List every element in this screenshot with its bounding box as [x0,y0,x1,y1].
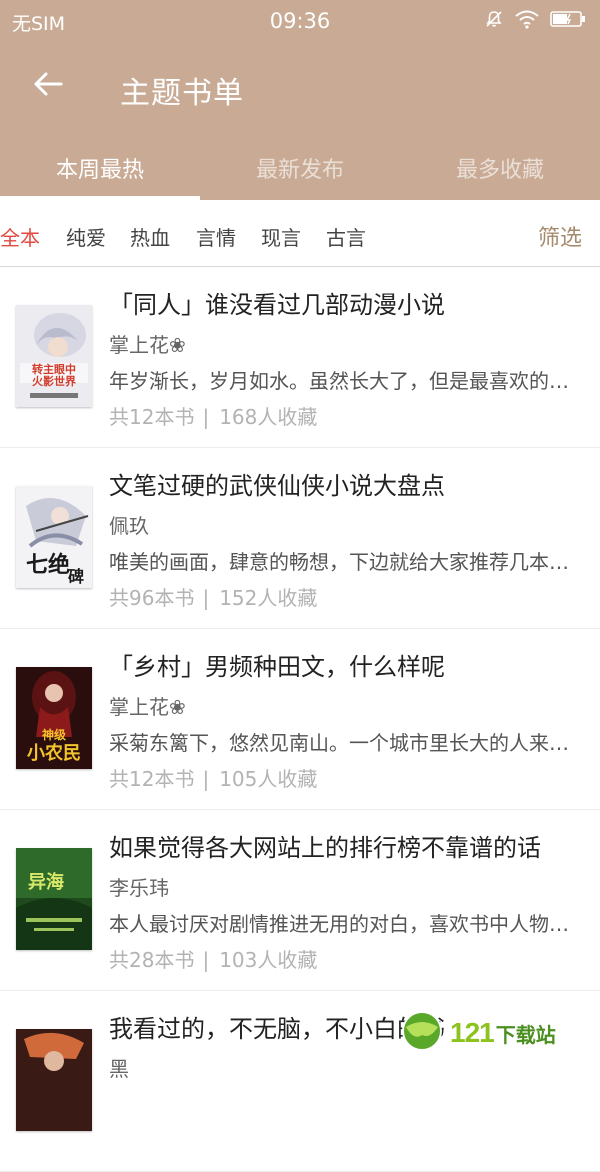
booklist-description: 年岁渐长，岁月如水。虽然长大了，但是最喜欢的还是动漫 [109,369,579,393]
filter-button[interactable]: 筛选 [538,220,582,252]
booklist-stats: 共96本书 | 152人收藏 [109,586,318,610]
title-bar: 主题书单 [0,52,600,126]
favorite-count: 168人收藏 [219,405,318,429]
app-header: 无SIM 09:36 主题书单 本周最热 最新发布 最多收藏 [0,0,600,200]
tab-bar: 本周最热 最新发布 最多收藏 [0,142,600,200]
filter-hot-blood[interactable]: 热血 [130,222,170,251]
booklist-title: 「同人」谁没看过几部动漫小说 [109,291,445,319]
book-count: 共96本书 [109,586,195,610]
back-button[interactable] [26,64,70,108]
book-cover: 转主眼中 火影世界 [16,305,92,407]
category-filter-bar: 全本 纯爱 热血 言情 现言 古言 筛选 [0,200,600,267]
booklist-author: 掌上花❀ [109,333,186,357]
mute-icon [484,9,504,34]
booklist-description: 唯美的画面，肆意的畅想，下边就给大家推荐几本好书 [109,550,579,574]
booklist-description: 本人最讨厌对剧情推进无用的对白，喜欢书中人物的成长 [109,912,579,936]
filter-ancient-romance[interactable]: 古言 [326,222,366,251]
tab-weekly-hot[interactable]: 本周最热 [0,152,200,184]
filter-modern-romance[interactable]: 现言 [261,222,301,251]
booklist-stats: 共28本书 | 103人收藏 [109,948,318,972]
book-count: 共12本书 [109,405,195,429]
tab-newest[interactable]: 最新发布 [200,152,400,184]
filter-complete[interactable]: 全本 [0,222,40,251]
book-cover: 神级 小农民 [16,667,92,769]
svg-text:碑: 碑 [68,567,84,586]
booklist-description: 采菊东篱下，悠然见南山。一个城市里长大的人来到乡村 [109,731,579,755]
favorite-count: 105人收藏 [219,767,318,791]
booklist-title: 文笔过硬的武侠仙侠小说大盘点 [109,472,445,500]
filter-pure-love[interactable]: 纯爱 [66,222,106,251]
wifi-icon [514,9,540,34]
page-title: 主题书单 [120,76,244,111]
globe-icon [400,1009,444,1057]
watermark-site: 下载站 [495,1022,556,1047]
favorite-count: 152人收藏 [219,586,318,610]
svg-text:神级: 神级 [42,727,66,742]
booklist-author: 掌上花❀ [109,695,186,719]
svg-text:异海: 异海 [28,871,64,893]
svg-text:小农民: 小农民 [27,742,81,764]
list-item[interactable]: 七绝 碑 文笔过硬的武侠仙侠小说大盘点 佩玖 唯美的画面，肆意的畅想，下边就给大… [0,448,600,629]
site-watermark: 121 下载站 [400,1008,590,1058]
book-cover [16,1029,92,1131]
svg-text:七绝: 七绝 [26,552,70,578]
booklist-author: 李乐玮 [109,876,169,900]
list-item[interactable]: 神级 小农民 「乡村」男频种田文，什么样呢 掌上花❀ 采菊东篱下，悠然见南山。一… [0,629,600,810]
book-count: 共28本书 [109,948,195,972]
svg-text:转主眼中: 转主眼中 [32,362,76,376]
watermark-brand: 121 [450,1017,495,1048]
booklist-title: 如果觉得各大网站上的排行榜不靠谱的话 [109,834,541,862]
arrow-left-icon [33,71,63,101]
status-icons [484,8,586,34]
filter-romance[interactable]: 言情 [196,222,236,251]
favorite-count: 103人收藏 [219,948,318,972]
battery-icon [550,9,586,34]
booklist-stats: 共12本书 | 168人收藏 [109,405,318,429]
booklist-title: 「乡村」男频种田文，什么样呢 [109,653,445,681]
status-bar: 无SIM 09:36 [0,0,600,44]
booklist-stats: 共12本书 | 105人收藏 [109,767,318,791]
list-item[interactable]: 异海 如果觉得各大网站上的排行榜不靠谱的话 李乐玮 本人最讨厌对剧情推进无用的对… [0,810,600,991]
booklist-author: 佩玖 [109,514,149,538]
booklist-author: 黑 [109,1057,129,1081]
svg-text:火影世界: 火影世界 [32,374,76,388]
list-item[interactable]: 转主眼中 火影世界 「同人」谁没看过几部动漫小说 掌上花❀ 年岁渐长，岁月如水。… [0,267,600,448]
book-count: 共12本书 [109,767,195,791]
tab-most-favorited[interactable]: 最多收藏 [400,152,600,184]
book-cover: 异海 [16,848,92,950]
book-cover: 七绝 碑 [16,486,92,588]
